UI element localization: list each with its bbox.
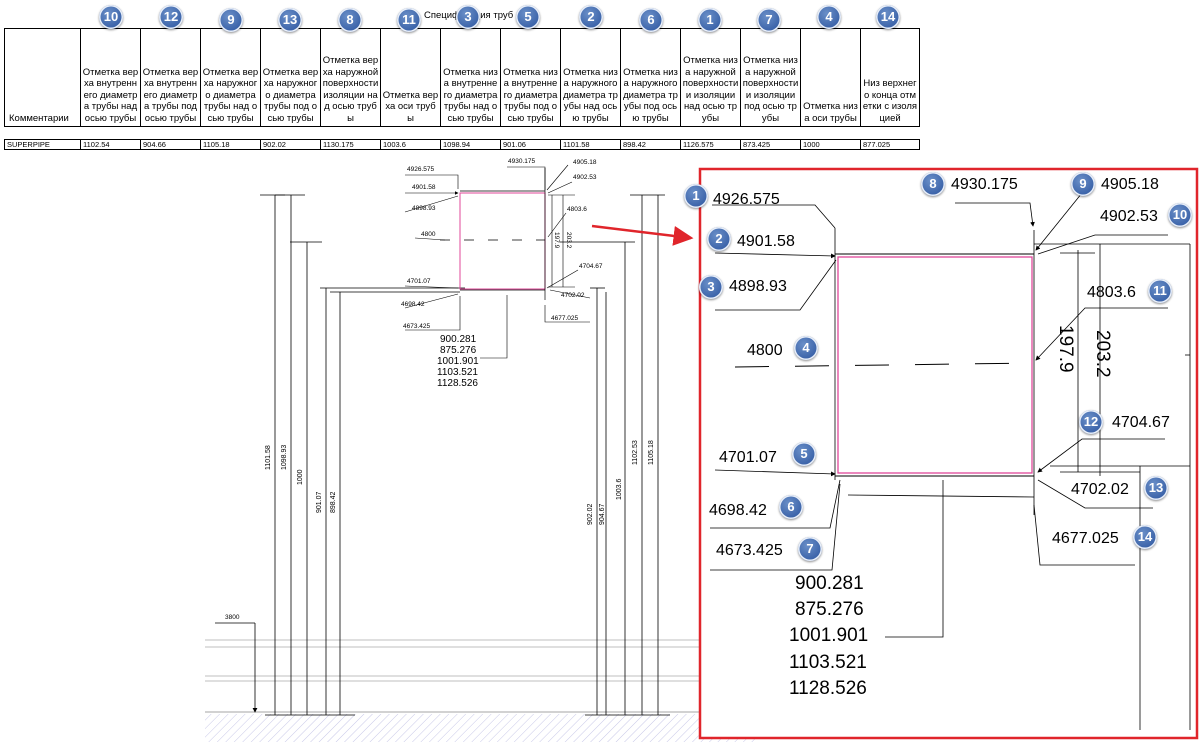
small-label: 4803.6 (567, 206, 587, 213)
zoom-pointer-arrow (591, 224, 694, 246)
zoom-label: 4698.42 (709, 502, 767, 519)
small-label: 4905.18 (573, 159, 597, 166)
zoom-stack-value: 1001.901 (789, 625, 868, 646)
zoom-badge: 3 (699, 275, 723, 299)
small-label: 4677.025 (551, 315, 578, 322)
zoom-badge: 14 (1133, 525, 1157, 549)
zoom-stack-value: 1128.526 (789, 678, 867, 699)
section-drawing: 1101.58 1098.93 1000 901.07 898.42 902.0… (205, 158, 1199, 742)
zoom-label: 4901.58 (737, 233, 795, 250)
zoom-label: 4905.18 (1101, 176, 1159, 193)
small-label: 4901.58 (412, 184, 436, 191)
zoom-label: 197.9 (1055, 325, 1076, 373)
zoom-badge: 12 (1079, 410, 1103, 434)
small-label: 4902.53 (573, 174, 597, 181)
zoom-label: 4926.575 (713, 191, 780, 208)
small-label: 4898.93 (412, 205, 436, 212)
zoom-badge: 1 (684, 184, 708, 208)
ground-surface (205, 639, 760, 742)
zoom-label: 4677.025 (1052, 530, 1119, 547)
elevation-label: 898.42 (330, 491, 337, 513)
small-label: 4673.425 (403, 323, 430, 330)
zoom-label: 4902.53 (1100, 208, 1158, 225)
small-label: 4800 (421, 231, 436, 238)
elevation-label: 902.02 (587, 503, 594, 525)
small-label: 4698.42 (401, 301, 425, 308)
zoom-badge: 13 (1144, 476, 1168, 500)
zoom-badge: 9 (1071, 172, 1095, 196)
zoom-badge: 4 (794, 336, 818, 360)
zoom-label: 203.2 (1092, 330, 1113, 378)
elevation-label: 901.07 (316, 491, 323, 513)
small-stack-value: 875.276 (440, 345, 477, 356)
zoom-stack-value: 1103.521 (789, 652, 867, 673)
elevation-dimensions-left (260, 194, 465, 716)
elevation-label: 1000 (297, 469, 304, 485)
zoom-label: 4701.07 (719, 449, 777, 466)
zoom-badge: 2 (707, 227, 731, 251)
small-label: 4930.175 (508, 158, 535, 165)
elevation-label: 904.67 (599, 503, 606, 525)
zoom-label: 4702.02 (1071, 481, 1129, 498)
zoom-badge: 5 (792, 442, 816, 466)
small-stack-value: 1001.901 (437, 356, 479, 367)
zoom-stack-value: 900.281 (795, 573, 864, 594)
zoom-badge: 6 (779, 495, 803, 519)
small-label: 4704.67 (579, 263, 603, 270)
small-stack-value: 1128.526 (437, 378, 478, 389)
small-label: 197.9 (553, 232, 560, 249)
zoom-badge: 8 (921, 172, 945, 196)
zoom-badge: 10 (1168, 203, 1192, 227)
elevation-label: 1105.18 (648, 440, 655, 465)
zoom-label: 4930.175 (951, 176, 1018, 193)
elevation-label: 1102.53 (632, 440, 639, 465)
zoom-stack-value: 875.276 (795, 599, 864, 620)
small-label: 203.2 (565, 232, 572, 249)
small-label: 4702.02 (561, 292, 585, 299)
zoom-label: 4704.67 (1112, 414, 1170, 431)
zoom-label: 4803.6 (1087, 284, 1136, 301)
small-pipe-section: 4926.575 4930.175 4905.18 4901.58 4902.5… (401, 158, 603, 389)
zoom-label: 4800 (747, 342, 783, 359)
small-label: 4926.575 (407, 166, 434, 173)
zoom-label: 4673.425 (716, 542, 783, 559)
elevation-label: 1003.6 (616, 478, 623, 500)
elevation-label: 1101.58 (265, 445, 272, 470)
elevation-label: 1098.93 (281, 445, 288, 470)
small-stack-value: 1103.521 (437, 367, 478, 378)
small-label: 4701.07 (407, 278, 431, 285)
small-stack-value: 900.281 (440, 334, 477, 345)
ground-elevation-label: 3800 (225, 614, 240, 621)
zoom-label: 4898.93 (729, 278, 787, 295)
zoom-badge: 11 (1148, 279, 1172, 303)
zoom-badge: 7 (798, 537, 822, 561)
